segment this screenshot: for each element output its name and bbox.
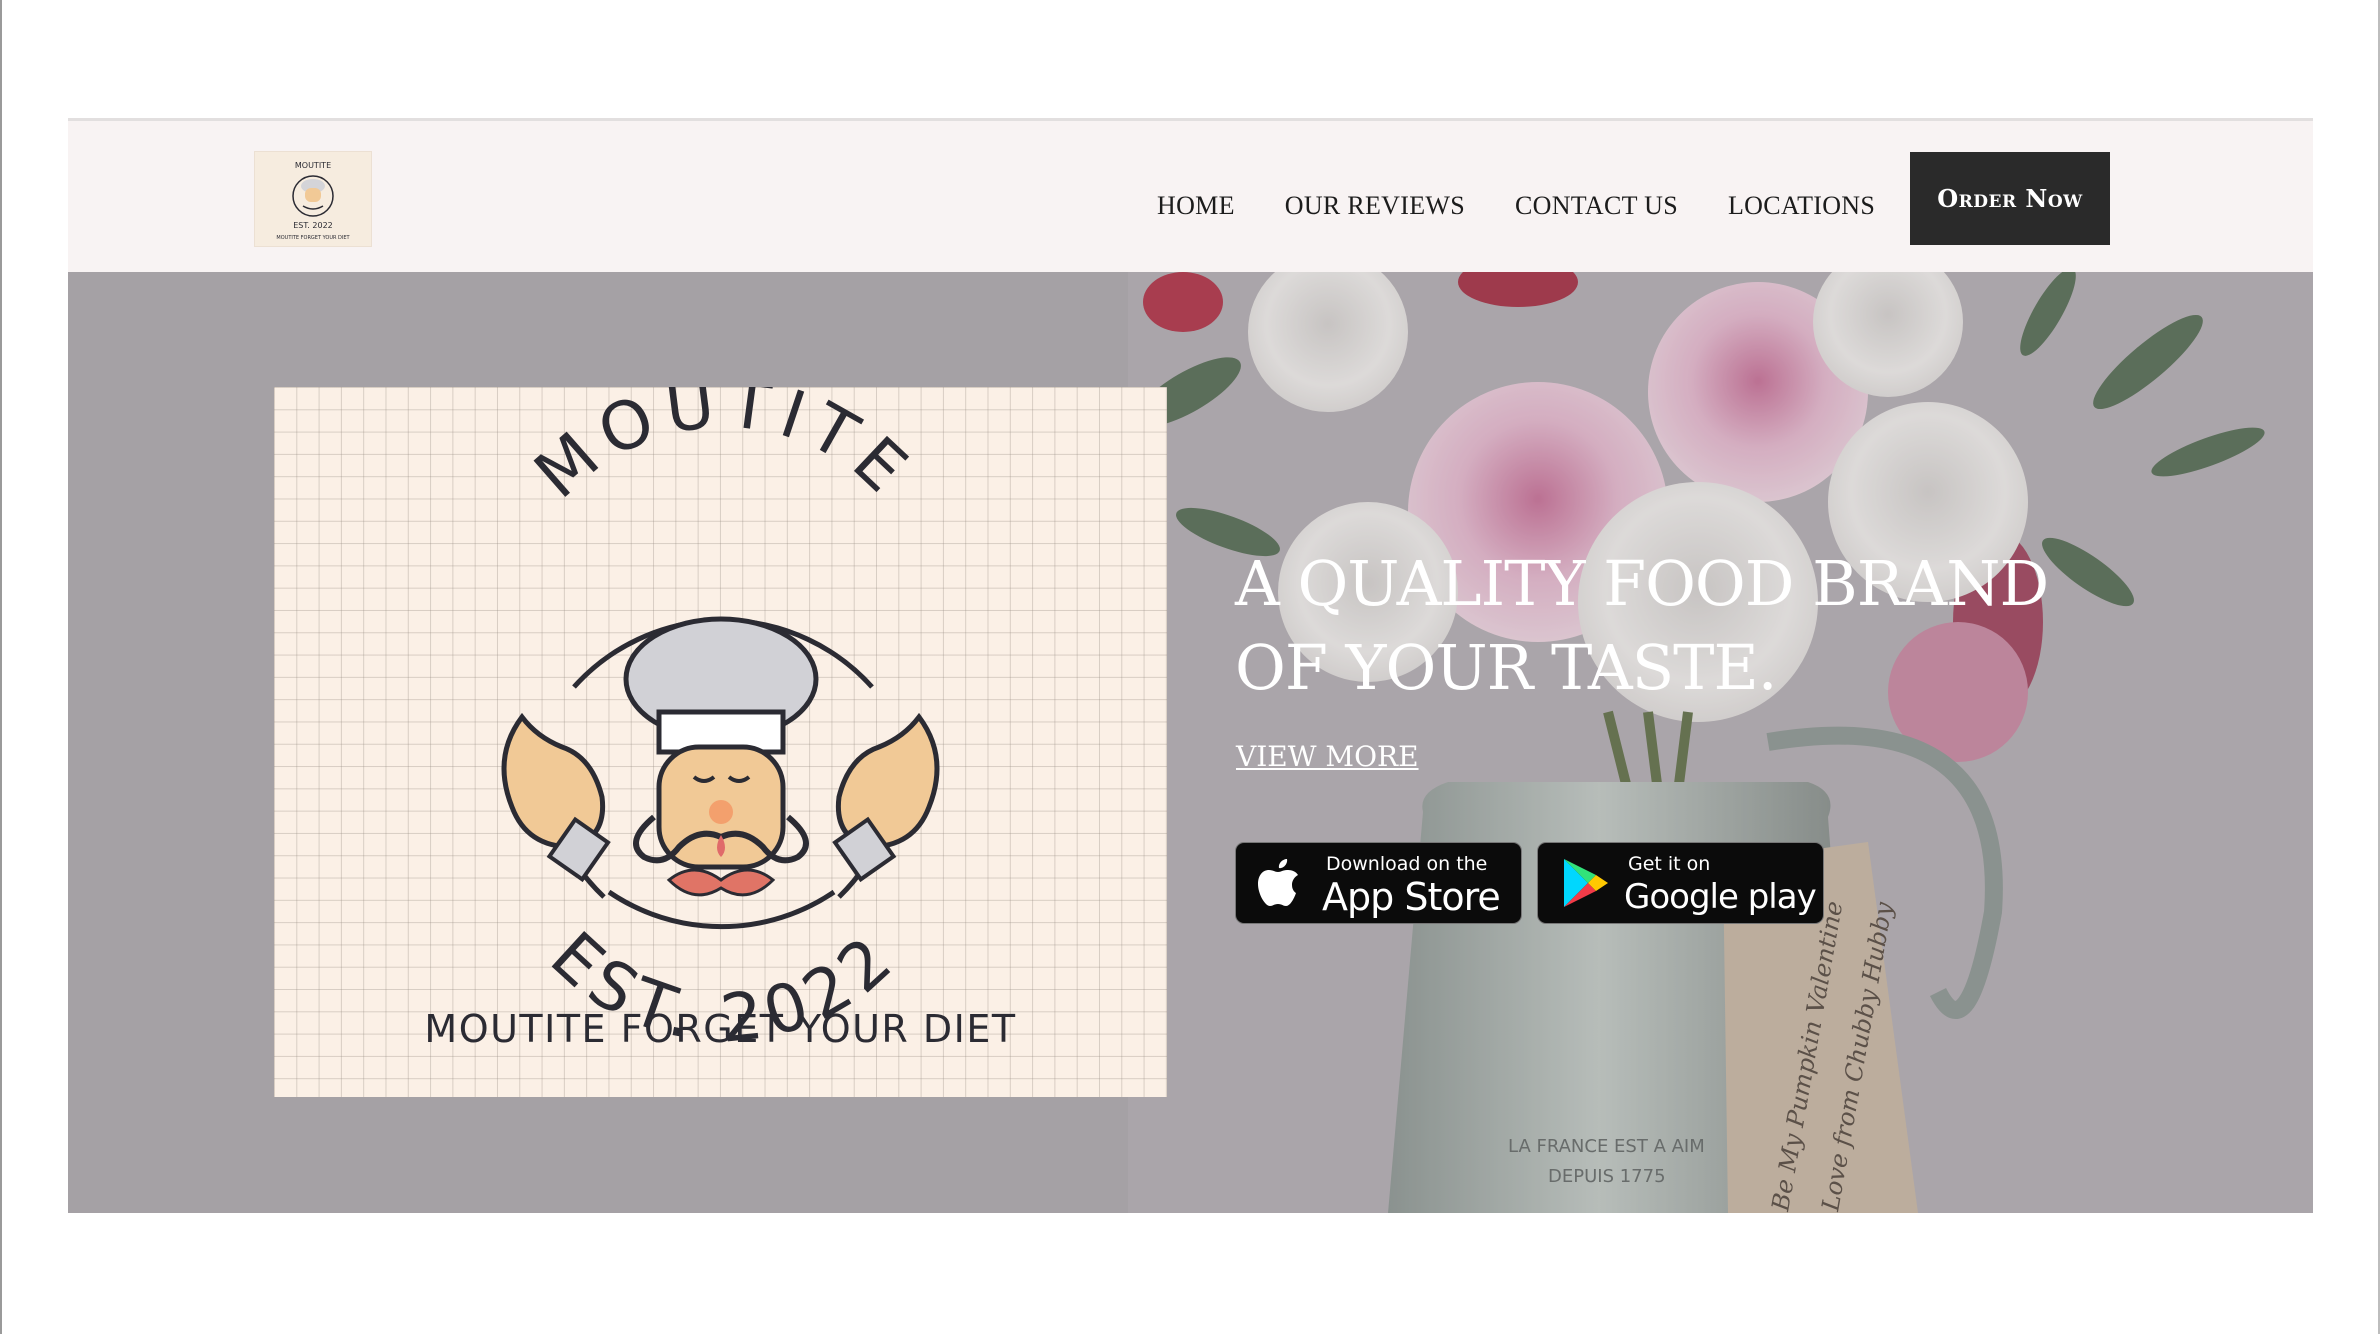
google-play-icon (1556, 855, 1612, 911)
chef-logo-icon-large: MOUTITE EST. 2022 (501, 387, 940, 1058)
apple-icon (1254, 855, 1310, 911)
navbar: MOUTITE EST. 2022 MOUTITE FORGET YOUR DI… (68, 118, 2313, 275)
logo-name-arc: MOUTITE (520, 387, 928, 514)
website: MOUTITE EST. 2022 MOUTITE FORGET YOUR DI… (68, 118, 2313, 1213)
app-store-button[interactable]: Download on the App Store (1235, 842, 1522, 924)
logo-tagline: MOUTITE FORGET YOUR DIET (424, 1007, 1017, 1051)
brand-logo-card: MOUTITE EST. 2022 MOUTITE FORGET YOUR DI… (274, 387, 1167, 1097)
nav-logo-name: MOUTITE (295, 161, 331, 170)
nav-logo-est: EST. 2022 (293, 221, 333, 230)
hero-title: A QUALITY FOOD BRAND OF YOUR TASTE. (1235, 542, 2135, 710)
nav-logo-tagline: MOUTITE FORGET YOUR DIET (276, 235, 350, 241)
order-now-button[interactable]: Order Now (1910, 152, 2110, 245)
chef-logo-icon: MOUTITE EST. 2022 MOUTITE FORGET YOUR DI… (276, 161, 350, 241)
view-more-link[interactable]: VIEW MORE (1236, 740, 1419, 773)
main-nav: HOME OUR REVIEWS CONTACT US LOCATIONS (1157, 191, 1925, 221)
nav-locations[interactable]: LOCATIONS (1728, 191, 1875, 221)
google-play-small-text: Get it on (1628, 853, 1711, 875)
nav-our-reviews[interactable]: OUR REVIEWS (1285, 191, 1465, 221)
nav-home[interactable]: HOME (1157, 191, 1235, 221)
app-store-small-text: Download on the (1326, 853, 1488, 875)
nav-logo[interactable]: MOUTITE EST. 2022 MOUTITE FORGET YOUR DI… (254, 151, 372, 247)
window-border-left (0, 0, 2, 1334)
hero-title-line2: OF YOUR TASTE. (1235, 631, 1777, 704)
app-store-big-text: App Store (1322, 875, 1501, 919)
hero-title-line1: A QUALITY FOOD BRAND (1235, 547, 2049, 620)
hero-section: LA FRANCE EST A AIM DEPUIS 1775 Be My Pu… (68, 272, 2313, 1213)
google-play-button[interactable]: Get it on Google play (1537, 842, 1824, 924)
nav-contact-us[interactable]: CONTACT US (1515, 191, 1678, 221)
google-play-big-text: Google play (1624, 877, 1817, 917)
